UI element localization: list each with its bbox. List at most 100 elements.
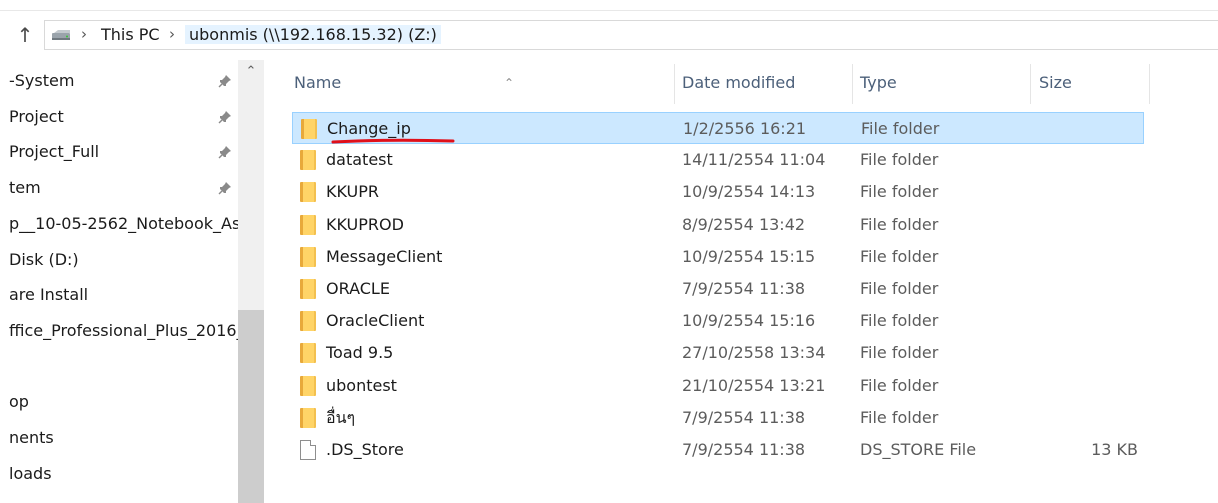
file-icon bbox=[300, 440, 316, 460]
file-type: File folder bbox=[860, 214, 939, 234]
address-bar[interactable]: › This PC › ubonmis (\\192.168.15.32) (Z… bbox=[44, 20, 1218, 50]
column-divider[interactable] bbox=[1030, 64, 1031, 104]
folder-icon bbox=[300, 279, 316, 299]
nav-item-label: p__10-05-2562_Notebook_Asus bbox=[9, 213, 238, 233]
nav-item[interactable]: tem bbox=[0, 171, 238, 205]
table-row[interactable]: MessageClient 10/9/2554 15:15 File folder bbox=[292, 241, 1144, 273]
file-type: File folder bbox=[860, 150, 939, 170]
table-row[interactable]: KKUPROD 8/9/2554 13:42 File folder bbox=[292, 209, 1144, 241]
nav-item-label: ffice_Professional_Plus_2016_64 bbox=[9, 320, 238, 340]
nav-item-label: tem bbox=[9, 178, 41, 198]
file-type: File folder bbox=[860, 279, 939, 298]
file-date-modified: 27/10/2558 13:34 bbox=[682, 343, 826, 363]
file-date-modified: 7/9/2554 11:38 bbox=[682, 440, 806, 459]
pin-icon[interactable] bbox=[218, 139, 232, 169]
table-row[interactable]: datatest 14/11/2554 11:04 File folder bbox=[292, 144, 1144, 176]
folder-icon bbox=[300, 246, 316, 267]
folder-icon bbox=[300, 182, 316, 203]
top-divider bbox=[0, 10, 1218, 11]
folder-icon bbox=[300, 375, 316, 396]
folder-icon bbox=[300, 311, 316, 332]
nav-item[interactable]: Project bbox=[0, 100, 238, 134]
file-date-modified: 8/9/2554 13:42 bbox=[682, 214, 806, 234]
pin-icon[interactable] bbox=[218, 104, 232, 134]
file-type: File folder bbox=[860, 311, 939, 331]
nav-item[interactable]: -System bbox=[0, 64, 238, 98]
scrollbar-thumb[interactable] bbox=[238, 310, 264, 503]
file-name: KKUPR bbox=[326, 182, 380, 202]
file-date-modified: 7/9/2554 11:38 bbox=[682, 279, 806, 298]
file-date-modified: 10/9/2554 15:16 bbox=[682, 311, 816, 331]
pin-icon[interactable] bbox=[218, 175, 232, 205]
breadcrumb-chevron-icon[interactable]: › bbox=[81, 25, 87, 43]
file-name: MessageClient bbox=[326, 246, 443, 266]
file-date-modified: 10/9/2554 14:13 bbox=[682, 182, 816, 202]
column-header-name-label: Name bbox=[294, 73, 342, 92]
file-name: ORACLE bbox=[326, 279, 390, 298]
table-row[interactable]: .DS_Store 7/9/2554 11:38 DS_STORE File 13 K… bbox=[292, 434, 1144, 466]
breadcrumb-current-drive[interactable]: ubonmis (\\192.168.15.32) (Z:) bbox=[185, 25, 441, 44]
column-header-date[interactable]: Date modified bbox=[682, 64, 852, 104]
file-name: อื่นๆ bbox=[326, 407, 356, 427]
nav-item[interactable]: Disk (D:) bbox=[0, 243, 238, 277]
nav-item-label: Project bbox=[9, 106, 64, 126]
file-date-modified: 14/11/2554 11:04 bbox=[682, 150, 826, 170]
up-arrow-icon[interactable]: ↑ bbox=[12, 22, 38, 48]
file-name: Toad 9.5 bbox=[326, 343, 394, 363]
table-row[interactable]: KKUPR 10/9/2554 14:13 File folder bbox=[292, 176, 1144, 208]
navigation-pane: -System Project Project_Fulltem p__10-05-25… bbox=[0, 60, 264, 503]
file-name: datatest bbox=[326, 150, 393, 170]
file-type: DS_STORE File bbox=[860, 440, 977, 459]
folder-icon bbox=[301, 119, 317, 139]
file-list: Name ⌃ Date modified Type Size Change_ip… bbox=[264, 60, 1218, 503]
file-type: File folder bbox=[860, 182, 939, 202]
folder-icon bbox=[300, 214, 316, 235]
nav-item[interactable]: op bbox=[0, 385, 238, 419]
table-row[interactable]: ORACLE 7/9/2554 11:38 File folder bbox=[292, 273, 1144, 305]
nav-item[interactable]: loads bbox=[0, 457, 238, 491]
folder-icon bbox=[300, 343, 316, 364]
file-date-modified: 10/9/2554 15:15 bbox=[682, 246, 816, 266]
table-row[interactable]: อื่นๆ 7/9/2554 11:38 File folder bbox=[292, 402, 1144, 434]
nav-item[interactable]: are Install bbox=[0, 278, 238, 312]
nav-item-label: op bbox=[9, 392, 29, 412]
folder-icon bbox=[300, 407, 316, 428]
column-header-type[interactable]: Type bbox=[860, 64, 1030, 104]
table-row[interactable]: ubontest 21/10/2554 13:21 File folder bbox=[292, 370, 1144, 402]
nav-item-label: are Install bbox=[9, 285, 89, 305]
nav-item[interactable]: Project_Full bbox=[0, 135, 238, 169]
nav-item-label: loads bbox=[9, 463, 52, 483]
column-divider[interactable] bbox=[852, 64, 853, 104]
column-header-name[interactable]: Name ⌃ bbox=[294, 64, 674, 104]
pin-icon[interactable] bbox=[218, 68, 232, 98]
file-name: ubontest bbox=[326, 375, 397, 395]
folder-icon bbox=[300, 150, 316, 171]
file-type: File folder bbox=[860, 375, 939, 395]
scroll-up-arrow-icon[interactable]: ⌃ bbox=[238, 64, 264, 79]
network-drive-icon bbox=[52, 30, 70, 40]
table-row[interactable]: Toad 9.5 27/10/2558 13:34 File folder bbox=[292, 337, 1144, 369]
nav-item-label: nents bbox=[9, 428, 54, 447]
breadcrumb-chevron-icon[interactable]: › bbox=[169, 25, 175, 43]
file-type: File folder bbox=[860, 343, 939, 363]
column-header-size[interactable]: Size bbox=[1039, 64, 1149, 104]
nav-item[interactable]: nents bbox=[0, 421, 238, 455]
breadcrumb-this-pc[interactable]: This PC bbox=[101, 25, 160, 44]
address-bar-row: ↑ › This PC › ubonmis (\\192.168.15.32) … bbox=[0, 18, 1218, 52]
column-divider[interactable] bbox=[1149, 64, 1150, 104]
file-name: KKUPROD bbox=[326, 214, 404, 234]
file-date-modified: 1/2/2556 16:21 bbox=[683, 119, 807, 138]
nav-item-label: -System bbox=[9, 71, 75, 90]
file-type: File folder bbox=[860, 246, 939, 266]
file-date-modified: 7/9/2554 11:38 bbox=[682, 407, 806, 427]
nav-scrollbar[interactable]: ⌃ bbox=[238, 60, 264, 503]
file-name: OracleClient bbox=[326, 311, 425, 331]
nav-item[interactable]: p__10-05-2562_Notebook_Asus bbox=[0, 207, 238, 241]
file-date-modified: 21/10/2554 13:21 bbox=[682, 375, 826, 395]
table-row-selected[interactable]: Change_ip 1/2/2556 16:21 File folder bbox=[292, 112, 1144, 144]
nav-item-label: Project_Full bbox=[9, 142, 100, 162]
nav-item[interactable] bbox=[0, 350, 238, 384]
nav-item[interactable]: ffice_Professional_Plus_2016_64 bbox=[0, 314, 238, 348]
column-divider[interactable] bbox=[674, 64, 675, 104]
table-row[interactable]: OracleClient 10/9/2554 15:16 File folder bbox=[292, 305, 1144, 337]
